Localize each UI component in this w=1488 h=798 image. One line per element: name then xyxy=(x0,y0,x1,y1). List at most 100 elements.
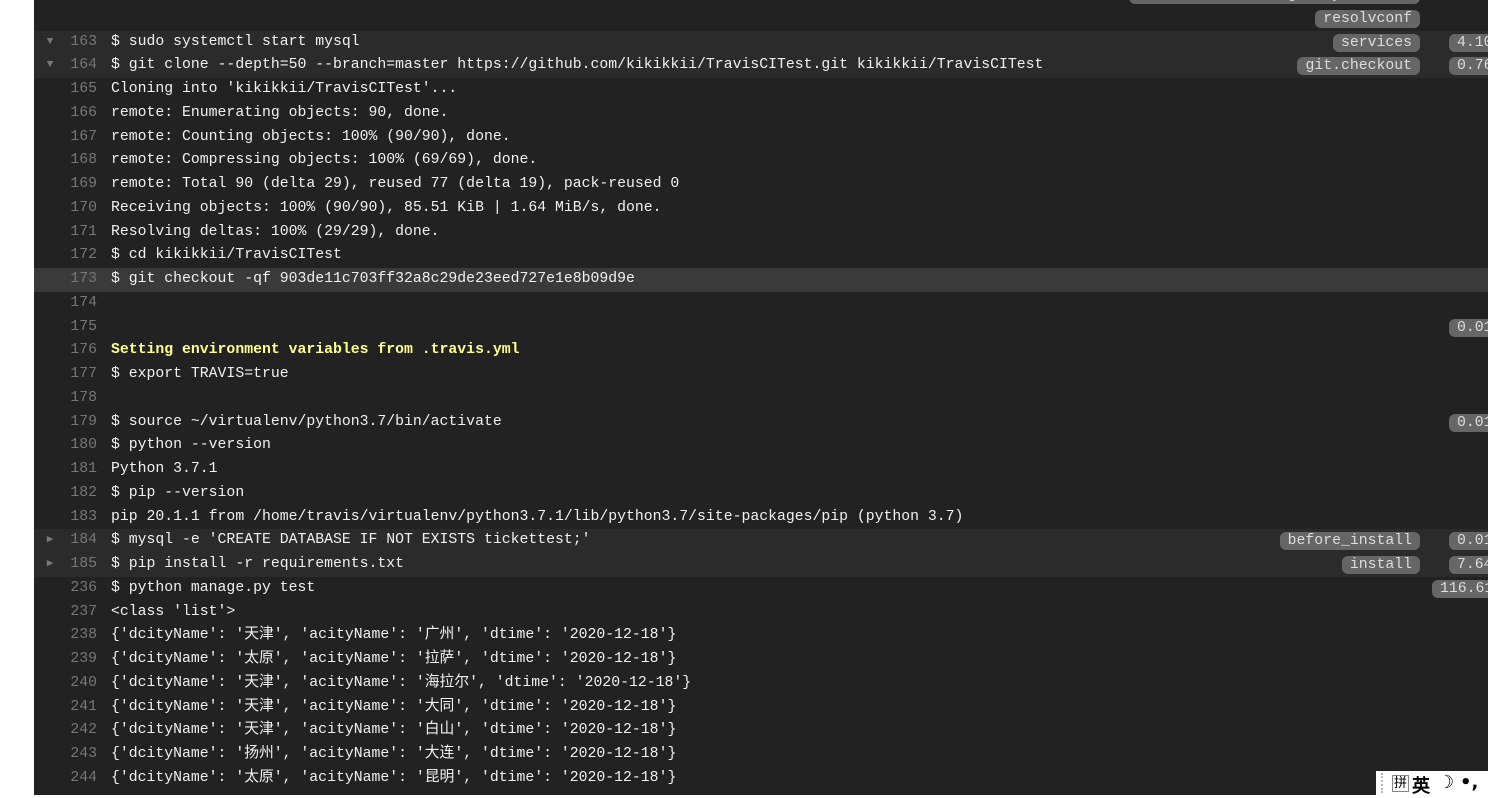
line-number[interactable]: 237 xyxy=(34,601,97,625)
log-line: resolvconf xyxy=(34,7,1488,31)
line-text: {'dcityName': '太原', 'acityName': '拉萨', '… xyxy=(111,651,677,667)
line-text: {'dcityName': '扬州', 'acityName': '大连', '… xyxy=(111,746,677,762)
log-line: 239 {'dcityName': '太原', 'acityName': '拉萨'… xyxy=(34,648,1488,672)
log-line: 178 xyxy=(34,387,1488,411)
line-text: remote: Counting objects: 100% (90/90), … xyxy=(111,128,511,145)
line-number[interactable]: 178 xyxy=(34,387,97,411)
log-fold-row[interactable]: ▶ 184 $ mysql -e 'CREATE DATABASE IF NOT E… xyxy=(34,529,1488,553)
log-line: 170 Receiving objects: 100% (90/90), 85.5… xyxy=(34,197,1488,221)
line-text: $ source ~/virtualenv/python3.7/bin/acti… xyxy=(111,413,502,430)
fold-label-badge: services xyxy=(1332,33,1420,52)
line-number[interactable]: 182 xyxy=(34,482,97,506)
duration-badge: 0.01s xyxy=(1449,318,1488,337)
log-line: 237 <class 'list'> xyxy=(34,601,1488,625)
line-number[interactable]: 168 xyxy=(34,149,97,173)
line-text: Resolving deltas: 100% (29/29), done. xyxy=(111,223,440,240)
log-line: 167 remote: Counting objects: 100% (90/90… xyxy=(34,126,1488,150)
log-fold-row[interactable]: ▼ 164 $ git clone --depth=50 --branch=mast… xyxy=(34,54,1488,78)
log-fold-row[interactable]: ▼ 163 $ sudo systemctl start mysql services… xyxy=(34,30,1488,55)
line-number[interactable]: 164 xyxy=(34,54,97,78)
line-text: $ sudo systemctl start mysql xyxy=(111,33,360,50)
drag-handle[interactable] xyxy=(1381,773,1385,793)
line-text: pip 20.1.1 from /home/travis/virtualenv/… xyxy=(111,508,964,525)
log-line: 176 Setting environment variables from .t… xyxy=(34,339,1488,363)
line-number[interactable]: 170 xyxy=(34,197,97,221)
line-number[interactable]: 173 xyxy=(34,268,97,292)
log-line: 180 $ python --version xyxy=(34,434,1488,458)
line-number[interactable]: 167 xyxy=(34,126,97,150)
log-fold-row[interactable]: ▶ 185 $ pip install -r requirements.txt ins… xyxy=(34,553,1488,577)
line-number[interactable]: 185 xyxy=(34,553,97,577)
line-number[interactable]: 183 xyxy=(34,506,97,530)
line-text: {'dcityName': '天津', 'acityName': '白山', '… xyxy=(111,722,677,739)
line-text: $ python --version xyxy=(111,437,271,454)
line-number[interactable]: 181 xyxy=(34,458,97,482)
fold-label-badge: before_install xyxy=(1279,532,1420,551)
line-text: remote: Total 90 (delta 29), reused 77 (… xyxy=(111,176,680,192)
line-number[interactable]: 238 xyxy=(34,624,97,648)
log-line: 182 $ pip --version xyxy=(34,482,1488,506)
line-number[interactable]: 244 xyxy=(34,767,97,791)
line-text: $ pip install -r requirements.txt xyxy=(111,556,405,572)
duration-badge: 7.64s xyxy=(1449,556,1488,574)
log-line: 173 $ git checkout -qf 903de11c703ff32a8c… xyxy=(34,268,1488,292)
duration-badge: 0.01s xyxy=(1449,532,1488,551)
fold-label-badge: docker_mtu_and_registry_mirrors xyxy=(1128,0,1420,4)
log-line: 183 pip 20.1.1 from /home/travis/virtuale… xyxy=(34,506,1488,530)
punctuation-icon[interactable]: •, xyxy=(1460,772,1478,793)
log-line: 236 $ python manage.py test 116.61s xyxy=(34,577,1488,601)
log-line: 172 $ cd kikikkii/TravisCITest xyxy=(34,244,1488,268)
line-number[interactable]: 242 xyxy=(34,719,97,743)
line-number[interactable]: 166 xyxy=(34,102,97,126)
fold-label-badge: resolvconf xyxy=(1315,9,1420,28)
duration-badge: 116.61s xyxy=(1432,579,1488,598)
line-number[interactable]: 179 xyxy=(34,411,97,435)
language-toggle[interactable]: 英 xyxy=(1412,772,1430,798)
line-number[interactable]: 239 xyxy=(34,648,97,672)
line-text: $ mysql -e 'CREATE DATABASE IF NOT EXIST… xyxy=(111,532,591,549)
log-line: 177 $ export TRAVIS=true xyxy=(34,363,1488,387)
duration-badge: 0.76s xyxy=(1449,57,1488,76)
line-number[interactable]: 243 xyxy=(34,743,97,767)
fold-label-badge: git.checkout xyxy=(1297,57,1420,76)
pinyin-mode-icon[interactable]: 拼 xyxy=(1392,775,1410,792)
log-line: 241 {'dcityName': '天津', 'acityName': '大同'… xyxy=(34,696,1488,720)
line-text: $ cd kikikkii/TravisCITest xyxy=(111,247,342,264)
log-line: 243 {'dcityName': '扬州', 'acityName': '大连'… xyxy=(34,743,1488,767)
fold-label-badge: install xyxy=(1341,556,1420,574)
line-number[interactable]: 172 xyxy=(34,244,97,268)
half-width-moon-icon[interactable]: ☽ xyxy=(1438,772,1454,793)
line-text: $ python manage.py test xyxy=(111,579,316,596)
line-text: {'dcityName': '太原', 'acityName': '昆明', '… xyxy=(111,769,677,786)
log-line: 244 {'dcityName': '太原', 'acityName': '昆明'… xyxy=(34,767,1488,791)
log-line: 240 {'dcityName': '天津', 'acityName': '海拉尔… xyxy=(34,672,1488,696)
line-number[interactable]: 176 xyxy=(34,339,97,363)
line-number[interactable]: 171 xyxy=(34,221,97,245)
line-number[interactable]: 180 xyxy=(34,434,97,458)
line-text: $ pip --version xyxy=(111,484,245,501)
log-line: 174 xyxy=(34,292,1488,316)
line-text: $ git clone --depth=50 --branch=master h… xyxy=(111,57,1044,74)
line-number[interactable]: 174 xyxy=(34,292,97,316)
line-text: Receiving objects: 100% (90/90), 85.51 K… xyxy=(111,199,662,216)
line-number[interactable]: 163 xyxy=(34,31,97,55)
line-number[interactable]: 175 xyxy=(34,316,97,340)
line-number[interactable]: 169 xyxy=(34,173,97,197)
line-text: remote: Compressing objects: 100% (69/69… xyxy=(111,152,538,169)
duration-badge: 4.10s xyxy=(1449,33,1488,52)
ime-toolbar[interactable]: 拼 英 ☽ •, xyxy=(1376,771,1488,798)
line-number[interactable]: 165 xyxy=(34,78,97,102)
log-line: 166 remote: Enumerating objects: 90, done… xyxy=(34,102,1488,126)
line-number[interactable]: 177 xyxy=(34,363,97,387)
line-number[interactable]: 184 xyxy=(34,529,97,553)
line-number[interactable]: 236 xyxy=(34,577,97,601)
line-number[interactable]: 241 xyxy=(34,696,97,720)
line-number[interactable]: 240 xyxy=(34,672,97,696)
duration-badge: 0.01s xyxy=(1449,413,1488,432)
log-line: 242 {'dcityName': '天津', 'acityName': '白山'… xyxy=(34,719,1488,743)
line-text: {'dcityName': '天津', 'acityName': '海拉尔', … xyxy=(111,674,692,691)
line-text: Cloning into 'kikikkii/TravisCITest'... xyxy=(111,81,458,97)
line-text: {'dcityName': '天津', 'acityName': '广州', '… xyxy=(111,627,677,644)
log-line: 175 0.01s xyxy=(34,316,1488,340)
line-text: $ git checkout -qf 903de11c703ff32a8c29d… xyxy=(111,271,635,287)
